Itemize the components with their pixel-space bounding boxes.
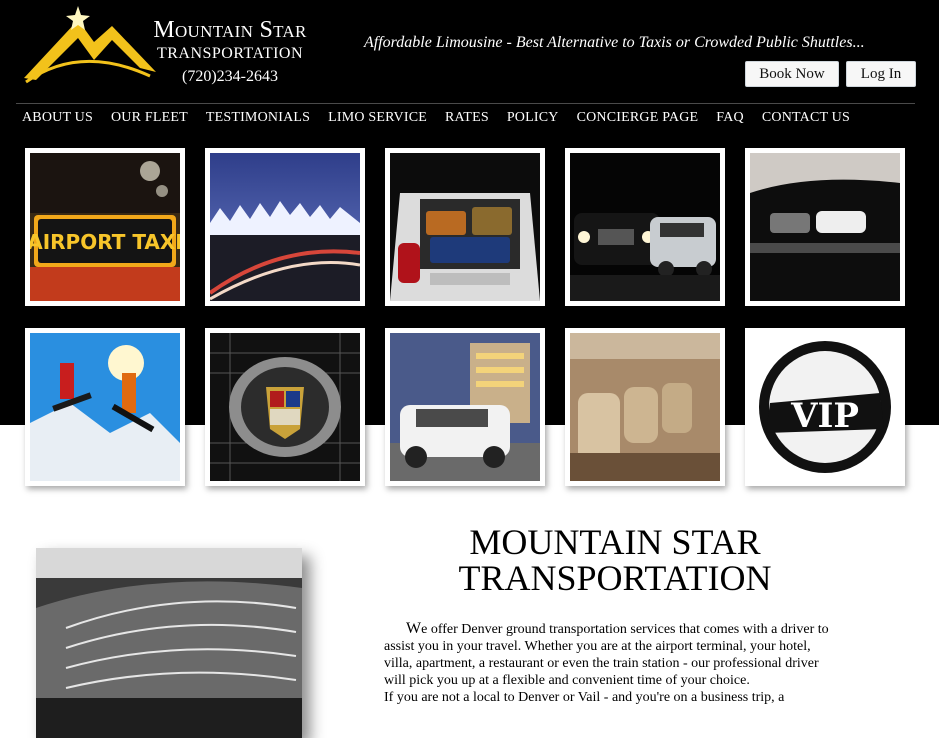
- phone-number: (720)234-2643: [182, 68, 278, 85]
- brand-block: Mountain Star TRANSPORTATION (720)234-26…: [140, 16, 320, 88]
- page-title: MOUNTAIN STAR TRANSPORTATION: [430, 524, 800, 596]
- photo-limo-interior[interactable]: [565, 328, 725, 486]
- para-second: If you are not a local to Denver or Vail…: [384, 690, 785, 705]
- brand-name: Mountain Star: [153, 17, 307, 43]
- main-nav: ABOUT US OUR FLEET TESTIMONIALS LIMO SER…: [22, 110, 868, 126]
- book-now-button[interactable]: Book Now: [745, 61, 839, 87]
- vip-text: VIP: [790, 396, 859, 436]
- nav-item-rates[interactable]: RATES: [445, 110, 489, 126]
- photo-lincoln-limo[interactable]: [745, 148, 905, 306]
- nav-item-contact-us[interactable]: CONTACT US: [762, 110, 850, 126]
- mountain-star-logo[interactable]: [20, 4, 160, 86]
- para-body: e offer Denver ground transportation ser…: [384, 622, 829, 688]
- brand-subtitle: TRANSPORTATION: [156, 45, 304, 62]
- page-title-line2: TRANSPORTATION: [458, 558, 772, 598]
- login-button[interactable]: Log In: [846, 61, 916, 87]
- intro-paragraph: We offer Denver ground transportation se…: [384, 620, 838, 706]
- photo-cadillac-grille[interactable]: [205, 328, 365, 486]
- para-first-letter: W: [406, 620, 422, 637]
- nav-item-limo-service[interactable]: LIMO SERVICE: [328, 110, 427, 126]
- nav-item-faq[interactable]: FAQ: [716, 110, 744, 126]
- taxi-sign-text: AIRPORT TAXI: [30, 230, 180, 254]
- nav-item-concierge-page[interactable]: CONCIERGE PAGE: [577, 110, 699, 126]
- photo-denver-airport[interactable]: [205, 148, 365, 306]
- nav-item-our-fleet[interactable]: OUR FLEET: [111, 110, 188, 126]
- nav-item-testimonials[interactable]: TESTIMONIALS: [206, 110, 310, 126]
- photo-airport-taxi[interactable]: AIRPORT TAXI: [25, 148, 185, 306]
- nav-item-about-us[interactable]: ABOUT US: [22, 110, 93, 126]
- tagline: Affordable Limousine - Best Alternative …: [364, 34, 865, 51]
- photo-suv-fleet[interactable]: [565, 148, 725, 306]
- photo-vip-badge[interactable]: VIP: [745, 328, 905, 486]
- nav-divider: [16, 103, 915, 104]
- photo-snowboarders[interactable]: [25, 328, 185, 486]
- building-photo: [36, 548, 302, 738]
- photo-trunk-luggage[interactable]: [385, 148, 545, 306]
- nav-item-policy[interactable]: POLICY: [507, 110, 559, 126]
- page-title-line1: MOUNTAIN STAR: [469, 522, 761, 562]
- photo-escalade-hotel[interactable]: [385, 328, 545, 486]
